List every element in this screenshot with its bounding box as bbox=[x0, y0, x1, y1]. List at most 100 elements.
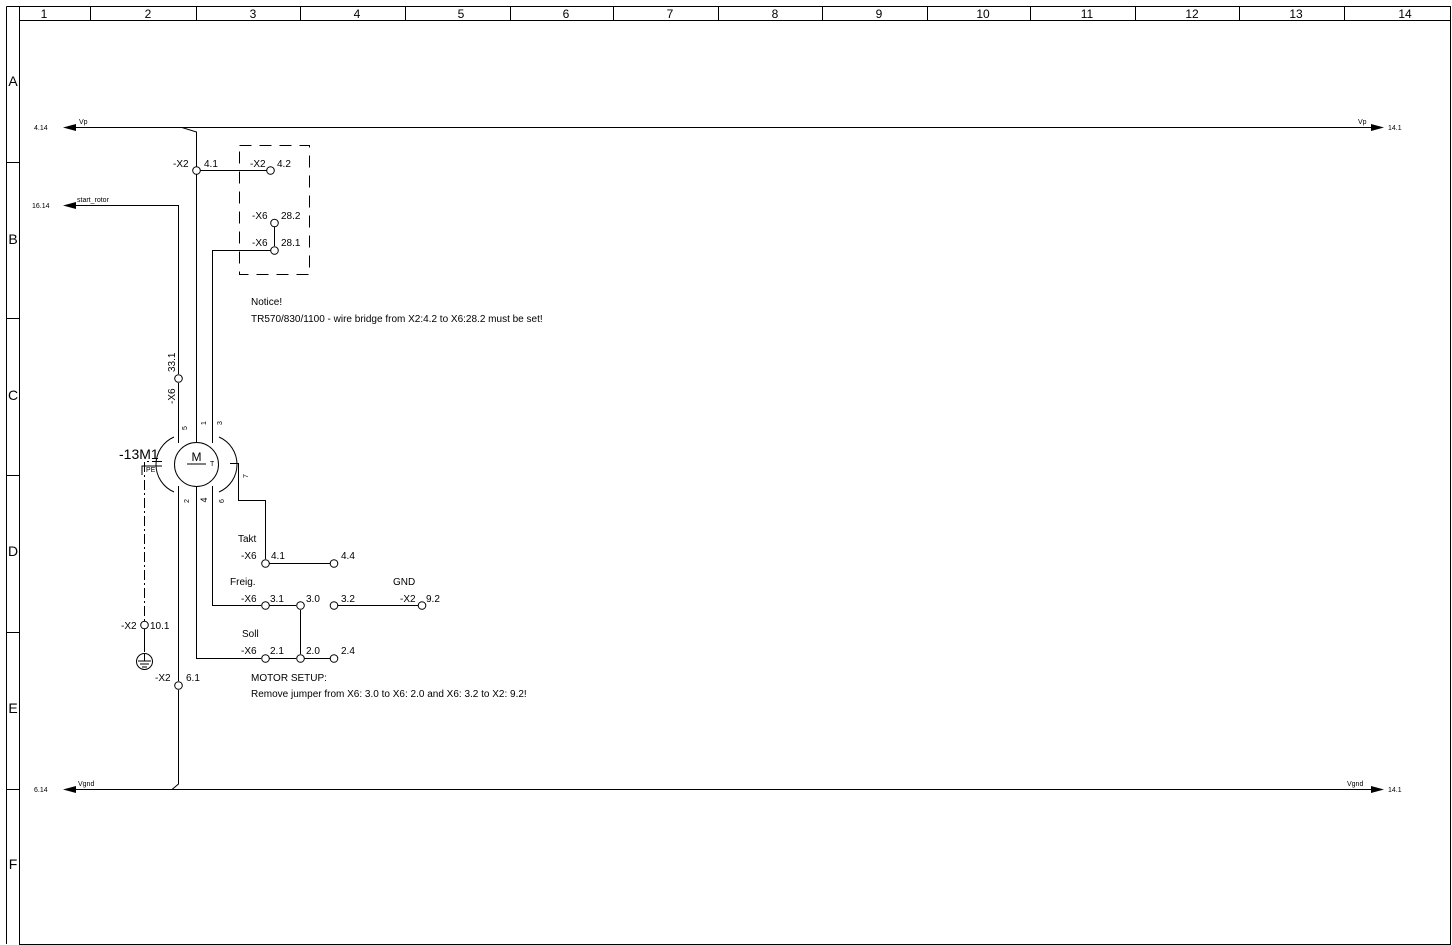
vp-left-label: Vp bbox=[79, 119, 88, 126]
vgnd-left-arrow bbox=[63, 786, 76, 793]
column-number: 3 bbox=[250, 7, 257, 21]
terminal-strip-label: -X2 bbox=[121, 621, 137, 632]
terminal-strip-label: -X6 bbox=[241, 646, 257, 657]
terminal-pin-label: 3.0 bbox=[306, 594, 320, 605]
wire-number-5: 5 bbox=[182, 426, 189, 430]
setup-text: Remove jumper from X6: 3.0 to X6: 2.0 an… bbox=[251, 689, 527, 700]
terminal-x2-10-1: -X2 10.1 bbox=[121, 620, 170, 632]
takt-label: Takt bbox=[238, 534, 257, 545]
terminal-pin-label: 4.4 bbox=[341, 551, 355, 562]
row-letter: E bbox=[8, 700, 17, 716]
vp-right-label: Vp bbox=[1358, 119, 1367, 126]
column-number: 10 bbox=[976, 7, 990, 21]
column-number: 5 bbox=[458, 7, 465, 21]
motor-setup-note: MOTOR SETUP: Remove jumper from X6: 3.0 … bbox=[251, 673, 527, 700]
start-rotor-signal: 16.14 start_rotor bbox=[32, 197, 179, 374]
row-dividers bbox=[6, 162, 20, 790]
motor-pe-label: PE bbox=[146, 467, 156, 474]
wire-number-2: 2 bbox=[184, 499, 191, 503]
terminal-x6-33-1: -X6 33.1 bbox=[167, 352, 183, 404]
notice-note: Notice! TR570/830/1100 - wire bridge fro… bbox=[251, 297, 543, 325]
terminal-strip-label: -X2 bbox=[155, 673, 171, 684]
column-number: 6 bbox=[563, 7, 570, 21]
wire-number-4: 4 bbox=[199, 497, 209, 502]
terminal-pin-label: 4.1 bbox=[204, 159, 218, 170]
terminal-strip-label: -X6 bbox=[252, 211, 268, 222]
terminal-x2-4-2: -X2 4.2 bbox=[250, 159, 291, 175]
freig-label: Freig. bbox=[230, 577, 256, 588]
start-rotor-label: start_rotor bbox=[77, 197, 110, 204]
terminal-strip-label: -X6 bbox=[252, 238, 268, 249]
pe-path bbox=[136, 461, 162, 670]
schematic-sheet: 1 2 3 4 5 6 7 8 9 10 11 12 13 14 A B C D… bbox=[6, 6, 1451, 945]
column-number: 7 bbox=[667, 7, 674, 21]
terminal-pin-label: 4.2 bbox=[277, 159, 291, 170]
terminal-x6-4-1: -X6 4.1 4.4 bbox=[241, 551, 355, 568]
terminal-pin-label: 33.1 bbox=[167, 352, 178, 372]
terminal-pin-label: 2.1 bbox=[270, 646, 284, 657]
vp-right-arrow bbox=[1371, 124, 1384, 131]
terminal-strip-label: -X6 bbox=[167, 388, 178, 404]
terminal-pin-label: 3.2 bbox=[341, 594, 355, 605]
row-letter: D bbox=[8, 543, 18, 559]
setup-title: MOTOR SETUP: bbox=[251, 673, 327, 684]
notice-title: Notice! bbox=[251, 297, 282, 308]
drawing-frame: 1 2 3 4 5 6 7 8 9 10 11 12 13 14 A B C D… bbox=[6, 6, 1451, 945]
row-letter: B bbox=[8, 231, 17, 247]
vgnd-rail: 6.14 Vgnd Vgnd 14.1 bbox=[34, 781, 1402, 794]
terminal-strip-label: -X2 bbox=[173, 159, 189, 170]
terminal-strip-label: -X6 bbox=[241, 594, 257, 605]
motor-13m1: M T -13M1 PE 5 1 3 7 2 4 6 bbox=[119, 421, 250, 503]
vp-left-arrow bbox=[63, 124, 76, 131]
vgnd-left-label: Vgnd bbox=[78, 781, 94, 788]
terminal-pin-label: 28.2 bbox=[281, 211, 301, 222]
terminal-x6-3-1: -X6 3.1 3.0 3.2 bbox=[241, 594, 355, 610]
wire-number-1: 1 bbox=[201, 421, 208, 425]
column-number: 14 bbox=[1398, 7, 1412, 21]
gnd-label: GND bbox=[393, 577, 415, 588]
row-letter: F bbox=[9, 856, 18, 872]
row-letter: A bbox=[8, 73, 18, 89]
soll-label: Soll bbox=[242, 629, 259, 640]
terminal-x6-28-1: -X6 28.1 bbox=[252, 238, 301, 255]
terminal-strip-label: -X2 bbox=[250, 159, 266, 170]
terminal-strip-label: -X2 bbox=[400, 594, 416, 605]
terminal-x6-2-1: -X6 2.1 2.0 2.4 bbox=[241, 646, 355, 663]
column-number: 13 bbox=[1289, 7, 1303, 21]
vp-rail: 4.14 Vp Vp 14.1 bbox=[34, 119, 1402, 132]
column-number: 12 bbox=[1185, 7, 1199, 21]
terminal-x2-6-1: -X2 6.1 bbox=[155, 673, 200, 690]
earth-ground-icon bbox=[136, 653, 153, 670]
column-number: 8 bbox=[772, 7, 779, 21]
start-rotor-ref: 16.14 bbox=[32, 203, 50, 210]
terminal-pin-label: 4.1 bbox=[271, 551, 285, 562]
column-number: 9 bbox=[876, 7, 883, 21]
terminal-pin-label: 10.1 bbox=[150, 621, 170, 632]
terminal-pin-label: 3.1 bbox=[270, 594, 284, 605]
column-dividers bbox=[90, 6, 1345, 21]
notice-text: TR570/830/1100 - wire bridge from X2:4.2… bbox=[251, 314, 543, 325]
terminal-pin-label: 2.4 bbox=[341, 646, 355, 657]
column-number: 4 bbox=[354, 7, 361, 21]
wire-number-7: 7 bbox=[243, 474, 250, 478]
vgnd-right-arrow bbox=[1371, 786, 1384, 793]
terminal-pin-label: 28.1 bbox=[281, 238, 301, 249]
vp-right-ref: 14.1 bbox=[1388, 125, 1402, 132]
motor-tacho-label: T bbox=[210, 461, 215, 468]
column-number: 11 bbox=[1081, 7, 1094, 21]
column-number: 1 bbox=[41, 7, 48, 21]
terminal-x2-9-2: -X2 9.2 bbox=[400, 594, 440, 610]
motor-symbol: M bbox=[192, 450, 202, 464]
motor-tag: -13M1 bbox=[119, 446, 159, 462]
terminal-strip-label: -X6 bbox=[241, 551, 257, 562]
vgnd-right-ref: 14.1 bbox=[1388, 787, 1402, 794]
vgnd-right-label: Vgnd bbox=[1347, 781, 1363, 788]
terminal-x2-4-1: -X2 4.1 bbox=[173, 159, 218, 175]
wire-number-3: 3 bbox=[217, 421, 224, 425]
row-letter: C bbox=[8, 387, 18, 403]
wire-number-6: 6 bbox=[219, 499, 226, 503]
terminal-pin-label: 2.0 bbox=[306, 646, 320, 657]
terminal-x6-28-2: -X6 28.2 bbox=[252, 211, 301, 228]
vgnd-left-ref: 6.14 bbox=[34, 787, 48, 794]
column-number: 2 bbox=[145, 7, 152, 21]
